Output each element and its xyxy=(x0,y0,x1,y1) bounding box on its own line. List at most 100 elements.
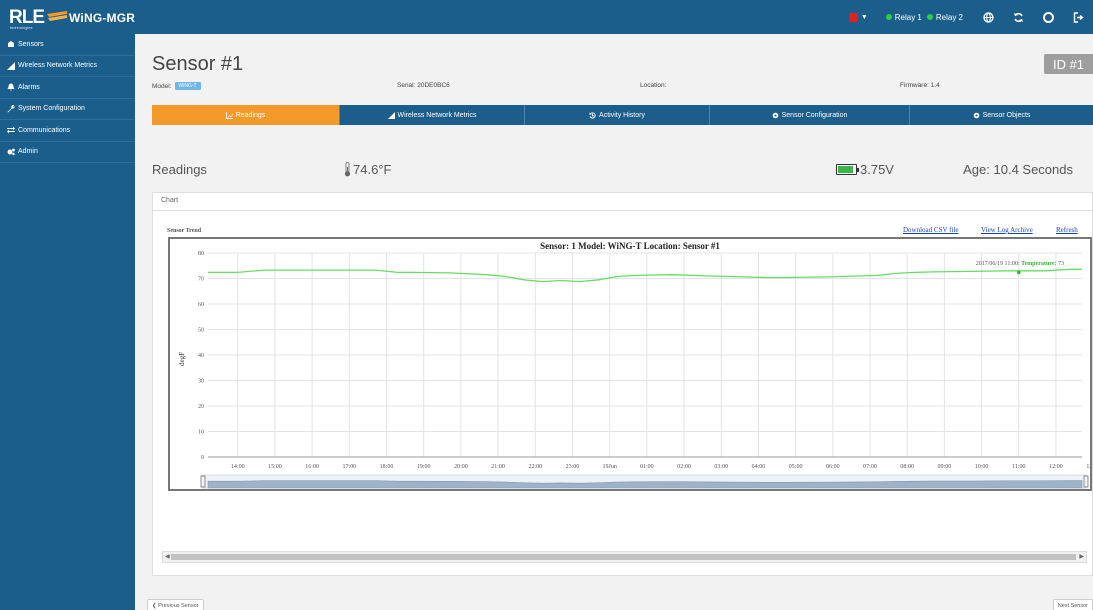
sensor-serial: Serial: 20DE0BC6 xyxy=(397,82,450,89)
tab-readings[interactable]: Readings xyxy=(152,105,340,125)
scroll-right-icon[interactable]: ▶ xyxy=(1079,553,1084,560)
signal-icon xyxy=(387,111,395,119)
y-tick-label: 0 xyxy=(201,455,204,461)
scroll-left-icon[interactable]: ◀ xyxy=(165,553,170,560)
next-sensor-button[interactable]: Next Sensor xyxy=(1052,599,1093,610)
x-tick-label: 17:00 xyxy=(342,464,356,470)
navigator-series-area xyxy=(207,480,1083,489)
battery-level-fill xyxy=(838,166,854,173)
scrollbar-thumb[interactable] xyxy=(171,554,1076,560)
x-tick-label: 03:00 xyxy=(714,464,728,470)
x-tick-label: 23:00 xyxy=(566,464,580,470)
tab-activity-history[interactable]: Activity History xyxy=(525,105,710,125)
top-right-controls: ▼ Relay 1 Relay 2 xyxy=(848,0,1093,34)
x-tick-label: 04:00 xyxy=(752,464,766,470)
tooltip-series: Temperature: xyxy=(1021,261,1058,267)
cogs-icon xyxy=(7,148,15,155)
sidebar-item-label: Wireless Network Metrics xyxy=(18,62,97,70)
sidebar-item-label: System Configuration xyxy=(18,105,85,113)
tab-sensor-configuration[interactable]: Sensor Configuration xyxy=(710,105,910,125)
x-tick-label: 10:00 xyxy=(975,464,989,470)
tab-label: Wireless Network Metrics xyxy=(397,111,477,119)
sensor-tabs: Readings Wireless Network Metrics Activi… xyxy=(152,105,1093,125)
bell-icon xyxy=(7,83,15,92)
y-tick-label: 10 xyxy=(198,430,204,436)
brand-subtitle: technologies xyxy=(10,25,33,30)
signal-icon xyxy=(7,61,15,70)
x-tick-label: 12:00 xyxy=(1049,464,1063,470)
sidebar-item-admin[interactable]: Admin xyxy=(0,142,135,163)
relay-1-label: Relay 1 xyxy=(894,12,922,22)
chart-panel: Chart Sensor Trend Download CSV file Vie… xyxy=(152,192,1093,576)
x-tick-label: 07:00 xyxy=(863,464,877,470)
y-tick-label: 80 xyxy=(198,251,204,257)
help-icon[interactable] xyxy=(1033,0,1063,34)
globe-icon[interactable] xyxy=(973,0,1003,34)
sidebar-item-communications[interactable]: Communications xyxy=(0,120,135,142)
tooltip-time: 2017/06/19 11:00: xyxy=(976,261,1021,267)
x-tick-label: 19Jun xyxy=(602,464,616,470)
previous-sensor-button[interactable]: ❮ Previous Sensor xyxy=(147,599,204,610)
y-tick-label: 40 xyxy=(198,353,204,359)
top-bar: RLE technologies WiNG-MGR ▼ Relay 1 Rela… xyxy=(0,0,1093,34)
x-tick-label: 09:00 xyxy=(938,464,952,470)
refresh-icon[interactable] xyxy=(1003,0,1033,34)
x-tick-label: 01:00 xyxy=(640,464,654,470)
chart-title: Sensor: 1 Model: WiNG-T Location: Sensor… xyxy=(540,241,720,251)
tab-wireless-network-metrics[interactable]: Wireless Network Metrics xyxy=(340,105,525,125)
page-title: Sensor #1 xyxy=(152,53,244,75)
y-tick-label: 20 xyxy=(198,404,204,410)
sidebar-item-label: Alarms xyxy=(18,83,40,91)
sidebar-item-label: Sensors xyxy=(18,40,44,48)
chart-tab[interactable]: Chart xyxy=(153,193,1093,211)
sidebar-item-label: Communications xyxy=(18,126,71,134)
relay-1-status: Relay 1 xyxy=(885,12,922,22)
view-log-archive-link[interactable]: View Log Archive xyxy=(981,226,1033,234)
sensor-firmware: Firmware: 1.4 xyxy=(900,82,940,89)
refresh-link[interactable]: Refresh xyxy=(1056,226,1078,234)
tab-label: Activity History xyxy=(599,111,645,119)
x-tick-label: 16:00 xyxy=(305,464,319,470)
x-tick-label: 21:00 xyxy=(491,464,505,470)
relay-2-dot xyxy=(926,14,933,20)
y-tick-label: 60 xyxy=(198,302,204,308)
x-tick-label: 05:00 xyxy=(789,464,803,470)
y-axis-label: degF xyxy=(178,352,186,366)
readings-heading: Readings xyxy=(152,162,207,177)
x-tick-label: 14:00 xyxy=(231,464,245,470)
chart-tab-label: Chart xyxy=(161,197,179,204)
thermometer-icon xyxy=(344,162,351,177)
x-tick-label: 02:00 xyxy=(677,464,691,470)
download-csv-link[interactable]: Download CSV file xyxy=(903,226,958,234)
x-tick-label: 20:00 xyxy=(454,464,468,470)
temperature-reading: 74.6°F xyxy=(344,162,391,177)
sensor-trend-title: Sensor Trend xyxy=(167,228,202,234)
horizontal-scrollbar[interactable]: ◀ ▶ xyxy=(162,551,1087,563)
alarm-status-indicator[interactable] xyxy=(848,12,858,22)
sensor-location: Location: xyxy=(640,82,667,89)
temperature-value: 74.6°F xyxy=(353,162,392,177)
hover-tooltip: 2017/06/19 11:00: Temperature: 73 xyxy=(976,261,1064,267)
swoosh-icon xyxy=(47,11,67,21)
model-label: Model: xyxy=(152,82,172,90)
tooltip-value: 73 xyxy=(1058,261,1064,267)
sensor-model: Model: WiNG-T xyxy=(152,82,201,90)
brand-logo[interactable]: RLE technologies WiNG-MGR xyxy=(9,5,135,31)
sidebar-item-alarms[interactable]: Alarms xyxy=(0,77,135,99)
x-tick-label: 06:00 xyxy=(826,464,840,470)
sidebar-item-system-configuration[interactable]: System Configuration xyxy=(0,99,135,120)
battery-value: 3.75V xyxy=(860,162,894,177)
tab-sensor-objects[interactable]: Sensor Objects xyxy=(910,105,1093,125)
relay-2-label: Relay 2 xyxy=(935,12,963,22)
chevron-down-icon[interactable]: ▼ xyxy=(861,14,868,21)
sidebar-item-sensors[interactable]: Sensors xyxy=(0,34,135,56)
relay-1-dot xyxy=(885,14,892,20)
x-tick-label: 11:00 xyxy=(1012,464,1025,470)
trend-plot: Sensor: 1 Model: WiNG-T Location: Sensor… xyxy=(178,241,1090,489)
logout-icon[interactable] xyxy=(1063,0,1093,34)
history-icon xyxy=(589,111,596,119)
sidebar-item-wireless-network-metrics[interactable]: Wireless Network Metrics xyxy=(0,56,135,77)
line-chart-icon xyxy=(225,111,233,119)
y-tick-label: 50 xyxy=(198,328,204,334)
tab-label: Sensor Objects xyxy=(982,111,1031,119)
